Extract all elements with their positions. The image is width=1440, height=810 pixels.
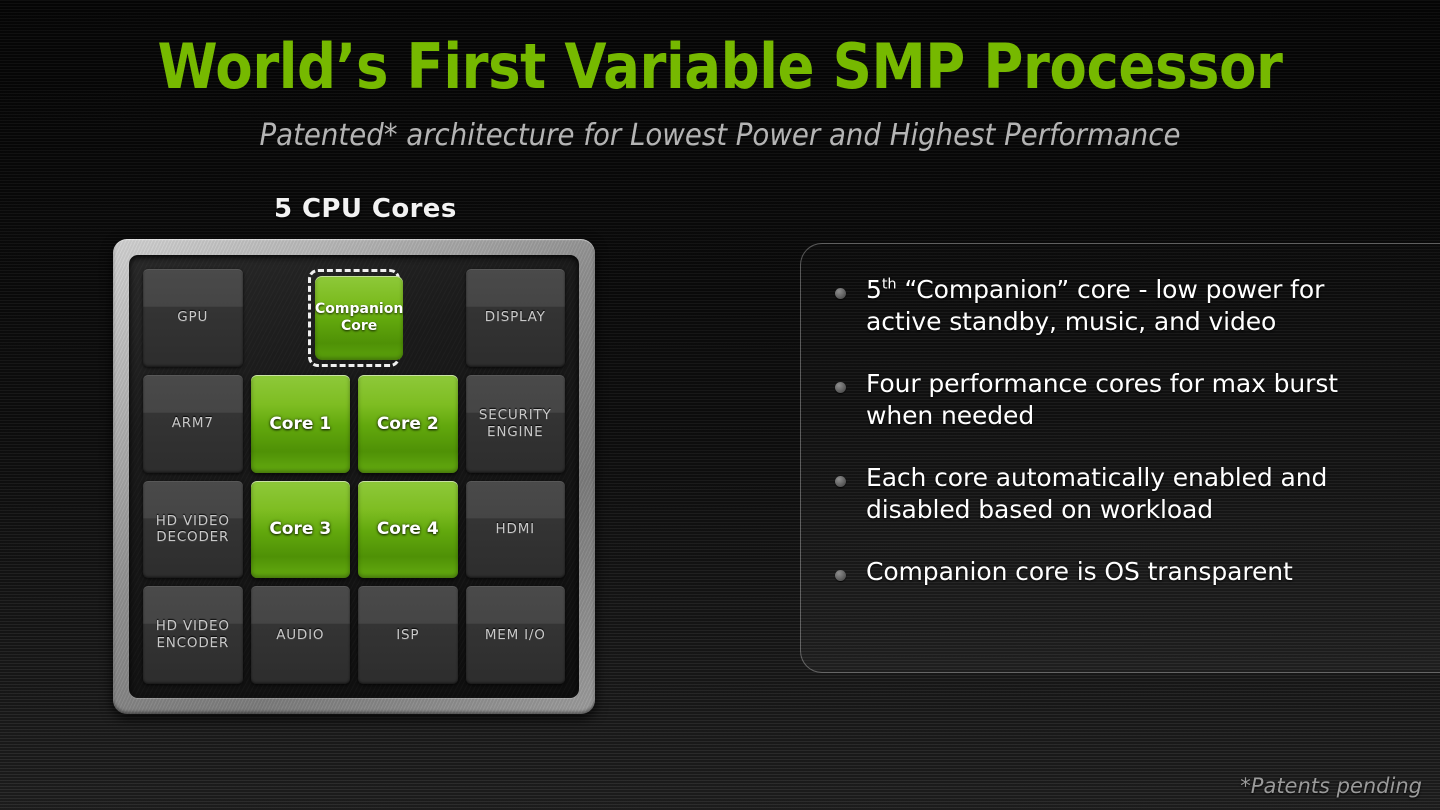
chip-block-core-2: Core 2 [358,374,458,473]
bullet-dot-icon [835,288,846,299]
bullet-text-2: Each core automatically enabled and disa… [866,463,1328,524]
page-subtitle: Patented* architecture for Lowest Power … [259,118,1181,153]
chip-block-hd-video-decoder: HD VIDEO DECODER [143,480,243,579]
companion-core-dashed-outline: Companion Core [308,269,404,367]
chip-block-audio: AUDIO [250,586,350,684]
chip-block-hd-video-encoder: HD VIDEO ENCODER [143,586,243,684]
bullet-text-0: 5th “Companion” core - low power for act… [866,274,1376,338]
companion-core-block: Companion Core [315,276,404,360]
bullet-text-1: Four performance cores for max burst whe… [866,369,1338,430]
patents-pending-note: *Patents pending [1240,774,1422,798]
chip-section-heading: 5 CPU Cores [274,194,457,224]
bullet-dot-icon [835,570,846,581]
chip-block-core-1: Core 1 [250,374,350,473]
chip-package: GPU Companion Core DISPLAY ARM7 Core 1 Co… [113,239,595,714]
chip-block-gpu: GPU [143,269,243,367]
chip-block-display: DISPLAY [465,269,565,367]
list-item: Each core automatically enabled and disa… [835,462,1440,526]
companion-core-label: Companion Core [315,301,403,335]
bullet-text-3: Companion core is OS transparent [866,557,1293,586]
chip-block-arm7: ARM7 [143,374,243,473]
chip-block-isp: ISP [358,586,458,684]
chip-block-hdmi: HDMI [465,480,565,579]
chip-block-core-4: Core 4 [358,480,458,579]
list-item: Companion core is OS transparent [835,556,1440,588]
feature-bullets-panel: 5th “Companion” core - low power for act… [800,243,1440,673]
page-title: World’s First Variable SMP Processor [157,30,1283,103]
bullet-dot-icon [835,382,846,393]
companion-core-label-line1: Companion [315,301,404,318]
list-item: Four performance cores for max burst whe… [835,368,1440,432]
chip-block-core-3: Core 3 [250,480,350,579]
chip-block-security-engine: SECURITY ENGINE [465,374,565,473]
chip-die: GPU Companion Core DISPLAY ARM7 Core 1 Co… [129,255,579,698]
chip-block-grid: GPU Companion Core DISPLAY ARM7 Core 1 Co… [143,269,565,684]
bullet-dot-icon [835,476,846,487]
list-item: 5th “Companion” core - low power for act… [835,274,1440,338]
bullet-superscript-0: th [881,276,897,293]
chip-block-mem-io: MEM I/O [465,586,565,684]
companion-core-label-line2: Core [341,317,378,334]
bullet-prefix-0: 5 [866,275,882,304]
bullet-body-0: “Companion” core - low power for active … [866,275,1325,336]
companion-core-wrapper: Companion Core [251,269,458,367]
